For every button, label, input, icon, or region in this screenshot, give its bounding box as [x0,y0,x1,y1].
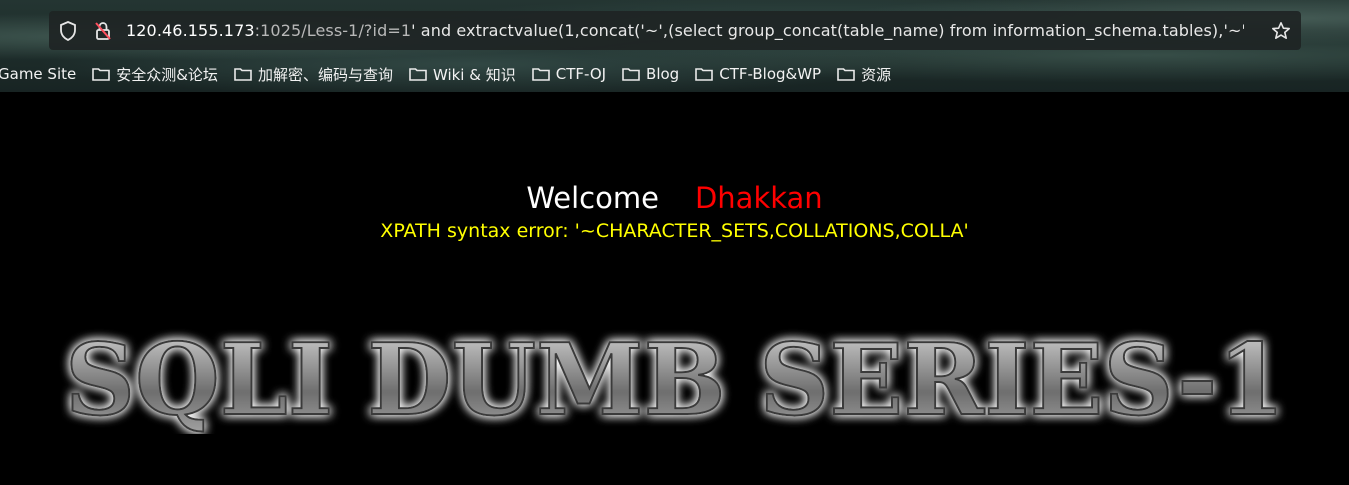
welcome-line: Welcome Dhakkan [0,181,1349,215]
bookmark-label: Blog [646,65,680,83]
bookmark-label: Game Site [0,65,77,83]
banner-text: SQLI DUMB SERIES-1 [65,324,1285,434]
folder-icon [531,67,550,81]
folder-icon [622,67,640,81]
url-text[interactable]: 120.46.155.173:1025/Less-1/?id=1' and ex… [126,21,1244,40]
shield-icon[interactable] [58,20,78,41]
welcome-name: Dhakkan [694,181,823,215]
bookmark-label: 安全众测&论坛 [116,65,218,84]
sqli-dumb-series-banner: SQLI DUMB SERIES-1 [55,322,1295,439]
bookmark-folder-ctf-oj[interactable]: CTF-OJ [531,65,607,83]
bookmark-game-site[interactable]: Game Site [0,65,76,83]
xpath-error-message: XPATH syntax error: '~CHARACTER_SETS,COL… [380,220,969,242]
folder-icon [695,67,714,81]
folder-icon [409,67,427,81]
bookmark-folder-ctf-blog[interactable]: CTF-Blog&WP [695,65,821,83]
bookmark-label: 资源 [861,65,892,84]
bookmark-folder-wiki[interactable]: Wiki & 知识 [409,64,516,85]
page-content: Welcome Dhakkan XPATH syntax error: '~CHA… [0,92,1349,485]
url-host: 120.46.155.173 [126,21,255,40]
browser-chrome: 120.46.155.173:1025/Less-1/?id=1' and ex… [0,0,1349,92]
bookmarks-bar: Game Site 安全众测&论坛 加解密、编码与查询 Wiki & 知识 CT… [0,62,907,86]
bookmark-label: CTF-OJ [555,65,607,83]
welcome-label: Welcome [526,181,659,215]
bookmark-label: CTF-Blog&WP [719,65,822,83]
bookmark-folder-blog[interactable]: Blog [622,65,679,83]
bookmark-label: 加解密、编码与查询 [257,65,393,84]
url-query: ' and extractvalue(1,concat('~',(select … [411,21,1244,40]
bookmark-folder-crypto[interactable]: 加解密、编码与查询 [234,64,393,85]
folder-icon [92,67,111,81]
insecure-lock-icon[interactable] [93,21,113,41]
bookmark-folder-security[interactable]: 安全众测&论坛 [92,64,218,85]
bookmark-folder-resources[interactable]: 资源 [837,64,891,85]
url-path: :1025/Less-1/?id=1 [254,21,412,40]
bookmark-label: Wiki & 知识 [432,65,516,84]
folder-icon [234,67,252,81]
address-bar[interactable]: 120.46.155.173:1025/Less-1/?id=1' and ex… [49,11,1301,50]
star-icon[interactable] [1270,20,1292,42]
folder-icon [837,67,855,81]
